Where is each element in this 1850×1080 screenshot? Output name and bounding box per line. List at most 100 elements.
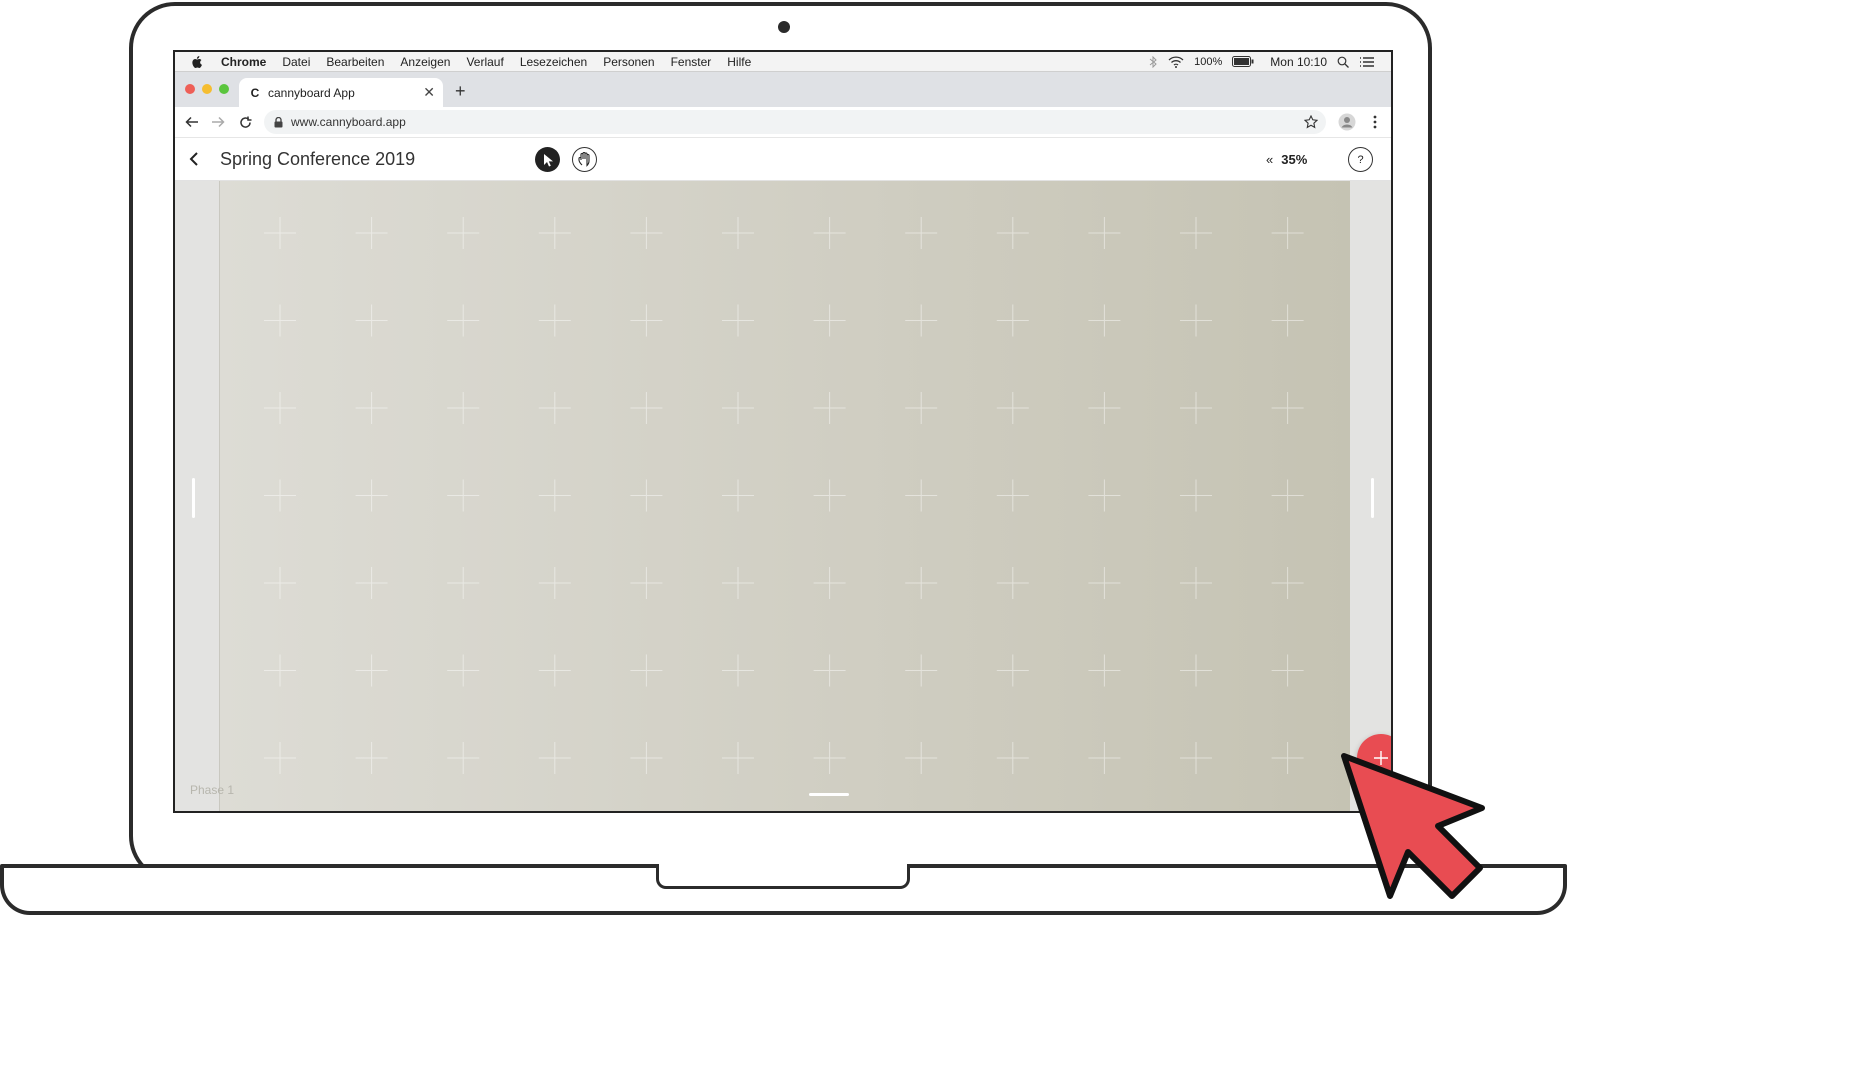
url-text: www.cannyboard.app (291, 115, 406, 129)
board-canvas[interactable] (219, 181, 1391, 811)
grid-cross (996, 392, 1029, 424)
chevron-left-icon[interactable] (185, 149, 205, 169)
grid-cross (447, 392, 480, 424)
browser-toolbar: www.cannyboard.app (175, 107, 1391, 138)
menubar-status: 100% Mon 10:10 (1148, 55, 1375, 69)
grid-cross (813, 479, 846, 512)
battery-percent: 100% (1194, 55, 1223, 68)
grid-cross (264, 392, 296, 424)
grid-cross (538, 304, 571, 337)
grid-cross (813, 392, 846, 424)
battery-icon[interactable] (1232, 56, 1254, 67)
grid-cross (996, 217, 1029, 249)
new-tab-icon[interactable]: + (455, 81, 466, 102)
grid-cross (996, 742, 1029, 774)
grid-cross (447, 217, 480, 249)
menu-app-name[interactable]: Chrome (221, 55, 266, 69)
help-button[interactable]: ? (1348, 147, 1373, 172)
left-panel-handle[interactable] (192, 478, 195, 518)
grid-cross (355, 742, 388, 774)
menu-bearbeiten[interactable]: Bearbeiten (326, 55, 384, 69)
grid-cross (1271, 479, 1304, 512)
profile-avatar-icon[interactable] (1338, 113, 1356, 131)
grid-cross (905, 217, 938, 249)
grid-cross (996, 567, 1029, 599)
grid-cross (722, 392, 754, 424)
back-arrow-icon[interactable] (183, 113, 201, 131)
apple-icon[interactable] (191, 55, 203, 68)
mac-menubar: Chrome Datei Bearbeiten Anzeigen Verlauf… (175, 52, 1391, 72)
address-bar[interactable]: www.cannyboard.app (264, 110, 1326, 134)
menu-verlauf[interactable]: Verlauf (466, 55, 503, 69)
browser-menu-icon[interactable] (1366, 113, 1384, 131)
grid-cross (1088, 567, 1121, 599)
camera (778, 21, 790, 33)
grid-cross (1088, 742, 1121, 774)
bluetooth-icon[interactable] (1148, 55, 1158, 68)
bottom-panel-handle[interactable] (809, 793, 849, 796)
grid-cross (1271, 217, 1304, 249)
forward-arrow-icon[interactable] (209, 113, 227, 131)
grid-cross (813, 304, 846, 337)
menu-hilfe[interactable]: Hilfe (727, 55, 751, 69)
grid-cross (813, 654, 846, 687)
grid-cross (1271, 392, 1304, 424)
right-panel-handle[interactable] (1371, 478, 1374, 518)
grid-cross (447, 742, 480, 774)
menu-lesezeichen[interactable]: Lesezeichen (520, 55, 587, 69)
menu-datei[interactable]: Datei (282, 55, 310, 69)
spotlight-search-icon[interactable] (1337, 56, 1349, 68)
screen: Chrome Datei Bearbeiten Anzeigen Verlauf… (173, 50, 1393, 813)
grid-cross (355, 479, 388, 512)
grid-cross (264, 304, 296, 337)
grid-cross (1180, 479, 1212, 512)
window-close-button[interactable] (185, 84, 195, 94)
grid-cross (447, 304, 480, 337)
grid-cross (996, 654, 1029, 687)
grid-cross (905, 304, 938, 337)
collapse-double-chevron-icon[interactable]: « (1266, 152, 1273, 167)
grid-cross (1180, 392, 1212, 424)
grid-cross (722, 567, 754, 599)
grid-cross (813, 217, 846, 249)
notification-center-icon[interactable] (1359, 56, 1375, 68)
tab-title: cannyboard App (268, 85, 355, 100)
lock-icon (274, 116, 283, 127)
grid-cross (355, 217, 388, 249)
grid-cross (1271, 742, 1304, 774)
grid-cross (1088, 217, 1121, 249)
browser-tab-active[interactable]: C cannyboard App ✕ (239, 78, 443, 107)
board-viewport: Phase 1 (175, 181, 1391, 811)
window-minimize-button[interactable] (202, 84, 212, 94)
menu-fenster[interactable]: Fenster (671, 55, 712, 69)
hand-icon (577, 152, 590, 167)
grid-cross (264, 654, 296, 687)
menu-anzeigen[interactable]: Anzeigen (400, 55, 450, 69)
reload-icon[interactable] (236, 113, 254, 131)
window-zoom-button[interactable] (219, 84, 229, 94)
grid-cross (630, 392, 663, 424)
tab-close-icon[interactable]: ✕ (423, 84, 435, 101)
grid-cross (996, 479, 1029, 512)
grid-cross (813, 742, 846, 774)
hand-tool-button[interactable] (572, 147, 597, 172)
laptop-notch (656, 864, 910, 889)
wifi-icon[interactable] (1168, 55, 1184, 68)
grid-cross (355, 304, 388, 337)
grid-cross (538, 654, 571, 687)
menu-personen[interactable]: Personen (603, 55, 654, 69)
bookmark-star-icon[interactable] (1304, 115, 1318, 129)
grid-cross (264, 217, 296, 249)
grid-cross (1271, 567, 1304, 599)
select-tool-button[interactable] (535, 147, 560, 172)
zoom-control[interactable]: « 35% (1266, 152, 1307, 167)
grid-cross (1180, 217, 1212, 249)
grid-cross (355, 392, 388, 424)
grid-cross (538, 567, 571, 599)
grid-cross (905, 479, 938, 512)
grid-marks (264, 217, 1304, 774)
zoom-level: 35% (1281, 152, 1308, 167)
grid-cross (1088, 392, 1121, 424)
grid-cross (630, 742, 663, 774)
grid-cross (630, 217, 663, 249)
